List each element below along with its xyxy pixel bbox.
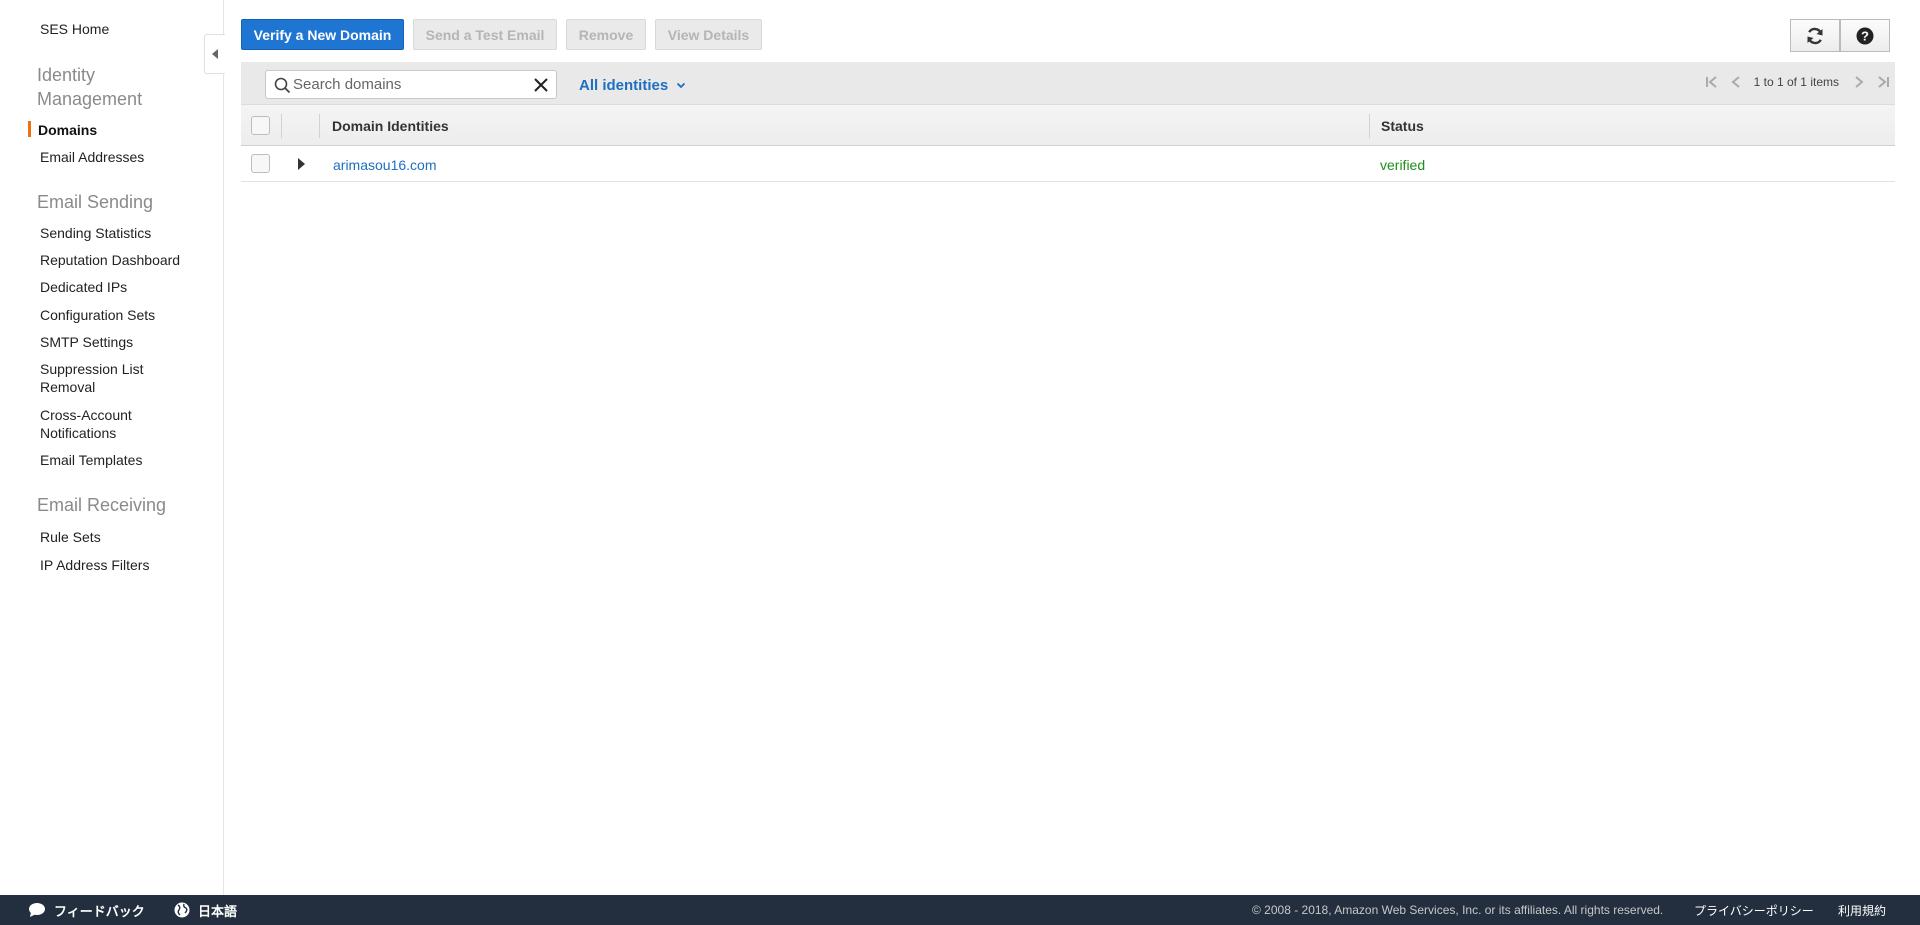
privacy-policy-link[interactable]: プライバシーポリシー	[1694, 895, 1814, 925]
refresh-icon	[1807, 27, 1823, 44]
row-checkbox[interactable]	[251, 154, 270, 173]
sidebar-nav: SES Home Identity Management Domains Ema…	[0, 0, 224, 895]
column-divider	[1369, 114, 1370, 138]
search-box	[265, 70, 557, 99]
remove-button[interactable]: Remove	[566, 19, 646, 50]
expand-row-icon[interactable]	[298, 158, 305, 170]
language-label: 日本語	[198, 903, 238, 919]
feedback-link[interactable]: フィードバック	[28, 895, 145, 925]
footer: フィードバック 日本語 © 2008 - 2018, Amazon Web Se…	[0, 895, 1920, 925]
speech-bubble-icon	[29, 903, 45, 917]
sidebar-item-domains[interactable]: Domains	[38, 121, 198, 139]
verify-new-domain-button[interactable]: Verify a New Domain	[241, 19, 404, 50]
collapse-sidebar-button[interactable]	[204, 34, 225, 74]
next-page-icon[interactable]	[1847, 75, 1871, 89]
table-header: Domain Identities Status	[241, 104, 1895, 146]
globe-icon	[174, 902, 190, 918]
search-icon	[274, 77, 291, 94]
domain-identities-table: All identities 1 to 1 of 1 items Domai	[241, 62, 1895, 182]
sidebar-item-email-templates[interactable]: Email Templates	[40, 451, 200, 469]
svg-text:?: ?	[1861, 28, 1869, 43]
column-header-status[interactable]: Status	[1381, 118, 1424, 134]
filter-bar: All identities 1 to 1 of 1 items	[241, 62, 1895, 104]
close-icon[interactable]	[533, 77, 549, 93]
sidebar-item-reputation-dashboard[interactable]: Reputation Dashboard	[40, 251, 200, 269]
view-details-button[interactable]: View Details	[655, 19, 762, 50]
active-item-indicator	[28, 121, 31, 137]
sidebar-item-configuration-sets[interactable]: Configuration Sets	[40, 306, 200, 324]
sidebar-item-suppression-list-removal[interactable]: Suppression List Removal	[40, 360, 160, 396]
pagination-text: 1 to 1 of 1 items	[1753, 75, 1839, 89]
sidebar-home-link[interactable]: SES Home	[40, 21, 109, 37]
identity-filter-dropdown[interactable]: All identities	[579, 77, 686, 94]
sidebar-item-smtp-settings[interactable]: SMTP Settings	[40, 333, 200, 351]
sidebar-section-email-receiving: Email Receiving	[37, 495, 167, 515]
pagination: 1 to 1 of 1 items	[1700, 75, 1895, 89]
identity-filter-label: All identities	[579, 77, 669, 94]
help-button[interactable]: ?	[1840, 19, 1890, 52]
sidebar-item-ip-address-filters[interactable]: IP Address Filters	[40, 556, 200, 574]
column-header-domain-identities[interactable]: Domain Identities	[332, 118, 449, 134]
refresh-button[interactable]	[1790, 19, 1840, 52]
sidebar-section-identity-management: Identity Management	[37, 65, 143, 109]
column-divider	[281, 114, 282, 138]
status-badge: verified	[1380, 157, 1426, 173]
column-divider	[319, 114, 320, 138]
table-row: arimasou16.com verified	[241, 146, 1895, 182]
sidebar-item-dedicated-ips[interactable]: Dedicated IPs	[40, 278, 200, 296]
send-test-email-button[interactable]: Send a Test Email	[413, 19, 557, 50]
sidebar-section-email-sending: Email Sending	[37, 192, 154, 212]
prev-page-icon[interactable]	[1724, 75, 1748, 89]
feedback-label: フィードバック	[54, 903, 145, 919]
terms-of-use-link[interactable]: 利用規約	[1838, 895, 1886, 925]
search-input[interactable]	[293, 73, 523, 96]
domain-link[interactable]: arimasou16.com	[333, 157, 437, 173]
first-page-icon[interactable]	[1700, 75, 1724, 89]
sidebar-item-cross-account-notifications[interactable]: Cross-Account Notifications	[40, 406, 150, 442]
help-icon: ?	[1856, 27, 1874, 44]
sidebar-item-email-addresses[interactable]: Email Addresses	[40, 148, 200, 166]
language-selector[interactable]: 日本語	[174, 895, 237, 925]
last-page-icon[interactable]	[1871, 75, 1895, 89]
chevron-left-icon	[212, 49, 218, 59]
chevron-down-icon	[677, 82, 686, 89]
select-all-checkbox[interactable]	[251, 116, 270, 135]
sidebar-item-sending-statistics[interactable]: Sending Statistics	[40, 224, 200, 242]
sidebar-item-rule-sets[interactable]: Rule Sets	[40, 528, 200, 546]
copyright-text: © 2008 - 2018, Amazon Web Services, Inc.…	[1252, 903, 1664, 917]
